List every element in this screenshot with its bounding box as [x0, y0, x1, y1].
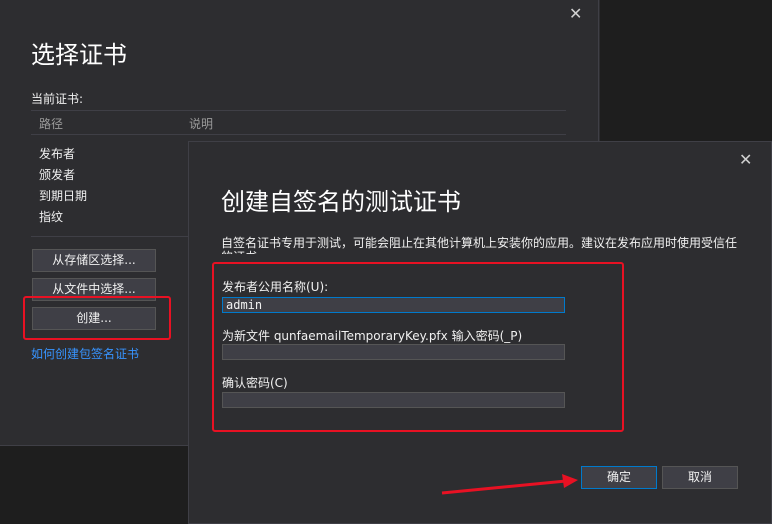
- annotation-arrow: [441, 474, 578, 495]
